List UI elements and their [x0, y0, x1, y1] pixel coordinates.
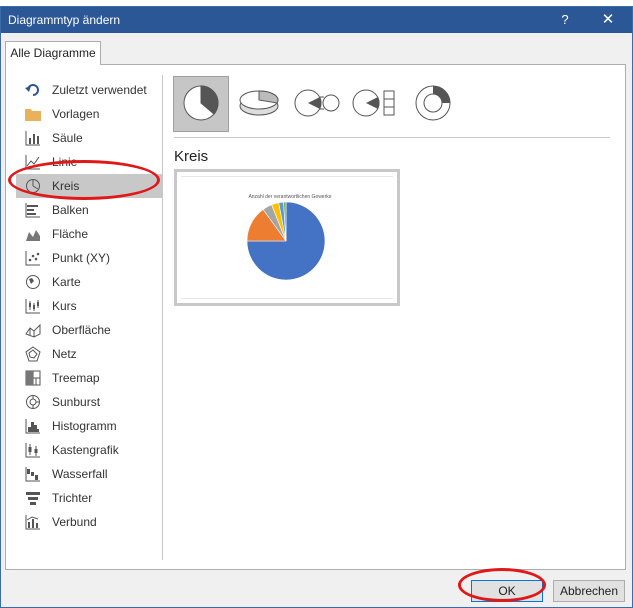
chart-type-column-chart[interactable]: Säule: [16, 126, 162, 150]
pie-of-pie-subtype[interactable]: [289, 76, 345, 132]
map-chart-icon: [24, 273, 42, 291]
chart-type-label: Fläche: [52, 227, 89, 241]
chart-type-funnel[interactable]: Trichter: [16, 486, 162, 510]
bar-of-pie-subtype[interactable]: [347, 76, 403, 132]
chart-type-label: Netz: [52, 347, 77, 361]
waterfall-icon: [24, 465, 42, 483]
funnel-icon: [24, 489, 42, 507]
chart-type-undo[interactable]: Zuletzt verwendet: [16, 78, 162, 102]
chart-type-radar-chart[interactable]: Netz: [16, 342, 162, 366]
chart-type-histogram[interactable]: Histogramm: [16, 414, 162, 438]
chart-preview-area: Anzahl der verantwortlichen Gewerke: [181, 176, 393, 299]
chart-type-label: Zuletzt verwendet: [52, 83, 147, 97]
ok-button[interactable]: OK: [471, 580, 543, 602]
chart-type-treemap[interactable]: Treemap: [16, 366, 162, 390]
column-chart-icon: [24, 129, 42, 147]
cancel-button[interactable]: Abbrechen: [553, 580, 625, 602]
chart-subtype-gallery: [173, 76, 463, 134]
histogram-icon: [24, 417, 42, 435]
area-chart-icon: [24, 225, 42, 243]
box-whisker-icon: [24, 441, 42, 459]
scatter-chart-icon: [24, 249, 42, 267]
chart-type-scatter-chart[interactable]: Punkt (XY): [16, 246, 162, 270]
treemap-icon: [24, 369, 42, 387]
chart-type-label: Verbund: [52, 515, 97, 529]
chart-type-box-whisker[interactable]: Kastengrafik: [16, 438, 162, 462]
chart-type-map-chart[interactable]: Karte: [16, 270, 162, 294]
stock-chart-icon: [24, 297, 42, 315]
chart-type-folder[interactable]: Vorlagen: [16, 102, 162, 126]
pie-subtype-icon: [181, 83, 221, 126]
chart-type-combo-chart[interactable]: Verbund: [16, 510, 162, 534]
sunburst-icon: [24, 393, 42, 411]
chart-type-label: Punkt (XY): [52, 251, 111, 265]
tab-panel: Zuletzt verwendet Vorlagen Säule Linie Kreis…: [5, 64, 626, 570]
chart-type-list: Zuletzt verwendet Vorlagen Säule Linie Kreis…: [16, 78, 162, 534]
chart-type-label: Oberfläche: [52, 323, 111, 337]
chart-type-label: Sunburst: [52, 395, 101, 409]
chart-type-bar-chart[interactable]: Balken: [16, 198, 162, 222]
close-button[interactable]: ✕: [599, 10, 617, 28]
chart-preview[interactable]: Anzahl der verantwortlichen Gewerke: [174, 169, 400, 306]
chart-type-label: Trichter: [52, 491, 93, 505]
chart-type-stock-chart[interactable]: Kurs: [16, 294, 162, 318]
chart-type-area-chart[interactable]: Fläche: [16, 222, 162, 246]
chart-type-label: Vorlagen: [52, 107, 100, 121]
pie-chart: [246, 201, 326, 281]
pie-3d-subtype-icon: [237, 86, 281, 123]
chart-type-label: Treemap: [52, 371, 100, 385]
chart-type-waterfall[interactable]: Wasserfall: [16, 462, 162, 486]
chart-type-label: Säule: [52, 131, 83, 145]
divider: [162, 75, 163, 560]
section-title: Kreis: [174, 148, 209, 165]
chart-type-label: Balken: [52, 203, 89, 217]
chart-type-label: Linie: [52, 155, 78, 169]
pie-subtype[interactable]: [173, 76, 229, 132]
chart-type-label: Karte: [52, 275, 81, 289]
doughnut-subtype-icon: [413, 83, 453, 126]
chart-type-label: Kurs: [52, 299, 77, 313]
dialog-title: Diagrammtyp ändern: [8, 13, 121, 27]
chart-type-line-chart[interactable]: Linie: [16, 150, 162, 174]
title-bar: Diagrammtyp ändern ? ✕: [1, 7, 632, 33]
change-chart-type-dialog: Diagrammtyp ändern ? ✕ Alle Diagramme Zu…: [0, 6, 633, 608]
pie-3d-subtype[interactable]: [231, 76, 287, 132]
chart-type-pie-chart[interactable]: Kreis: [16, 174, 162, 198]
tab-all-charts[interactable]: Alle Diagramme: [5, 41, 101, 65]
divider: [174, 137, 610, 138]
bar-chart-icon: [24, 201, 42, 219]
surface-chart-icon: [24, 321, 42, 339]
combo-chart-icon: [24, 513, 42, 531]
line-chart-icon: [24, 153, 42, 171]
radar-chart-icon: [24, 345, 42, 363]
bar-of-pie-subtype-icon: [351, 86, 399, 123]
help-button[interactable]: ?: [557, 12, 573, 27]
chart-type-label: Wasserfall: [52, 467, 108, 481]
chart-type-label: Kastengrafik: [52, 443, 119, 457]
chart-type-label: Histogramm: [52, 419, 117, 433]
chart-type-label: Kreis: [52, 179, 80, 193]
undo-icon: [24, 81, 42, 99]
folder-icon: [24, 105, 42, 123]
pie-chart-icon: [24, 177, 42, 195]
doughnut-subtype[interactable]: [405, 76, 461, 132]
chart-type-sunburst[interactable]: Sunburst: [16, 390, 162, 414]
chart-type-surface-chart[interactable]: Oberfläche: [16, 318, 162, 342]
pie-of-pie-subtype-icon: [293, 86, 341, 123]
